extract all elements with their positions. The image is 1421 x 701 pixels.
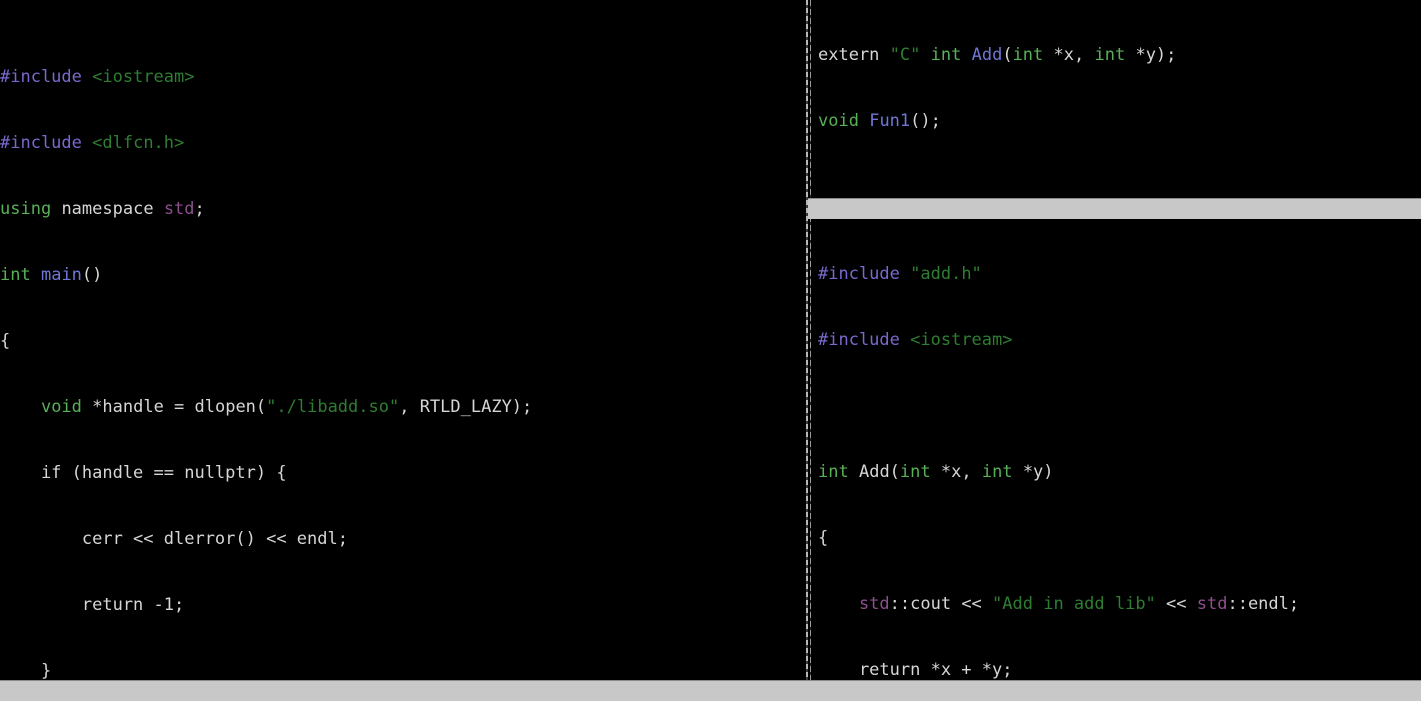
editor-window-main-cpp[interactable]: #include <iostream> #include <dlfcn.h> u… — [0, 0, 806, 701]
code-line: return *x + *y; — [818, 660, 1013, 680]
code-line: #include "add.h" — [818, 264, 982, 284]
modeline-main-cpp[interactable]: -UU-:----F1 main.cpp All (21,23) (C++/lh… — [0, 680, 808, 701]
editor-window-add-cpp[interactable]: #include "add.h" #include <iostream> int… — [808, 219, 1421, 701]
editor-window-add-h[interactable]: extern "C" int Add(int *x, int *y); void… — [808, 0, 1421, 219]
code-line: return -1; — [0, 595, 185, 615]
code-line: { — [0, 331, 11, 351]
code-line: extern "C" int Add(int *x, int *y); — [818, 45, 1177, 65]
code-line: { — [818, 528, 829, 548]
code-line: cerr << dlerror() << endl; — [0, 529, 348, 549]
buffer-add-h[interactable]: extern "C" int Add(int *x, int *y); void… — [818, 0, 1421, 176]
window-divider-vertical[interactable] — [806, 0, 808, 701]
window-divider-fringe — [810, 0, 811, 701]
code-line: } — [0, 661, 52, 681]
code-line: if (handle == nullptr) { — [0, 463, 287, 483]
code-line: #include <iostream> — [818, 330, 1013, 350]
code-line: std::cout << "Add in add lib" << std::en… — [858, 594, 1300, 614]
code-line: #include <iostream> — [0, 67, 195, 87]
code-line: void Fun1(); — [818, 111, 941, 131]
buffer-main-cpp[interactable]: #include <iostream> #include <dlfcn.h> u… — [0, 0, 806, 701]
code-line: int Add(int *x, int *y) — [818, 462, 1054, 482]
code-line: int main() — [0, 265, 103, 285]
buffer-add-cpp[interactable]: #include "add.h" #include <iostream> int… — [818, 219, 1421, 701]
code-line: #include <dlfcn.h> — [0, 133, 185, 153]
emacs-frame: #include <iostream> #include <dlfcn.h> u… — [0, 0, 1421, 701]
code-line: using namespace std; — [0, 199, 205, 219]
code-line: void *handle = dlopen("./libadd.so", RTL… — [40, 397, 533, 417]
modeline-add-h[interactable]: |-UU-:----F1 add.h All (1,0) (C++/lh — [808, 198, 1421, 219]
modeline-add-cpp[interactable]: |-UU-:----F1 add.cpp All (1,0) (C++/lh — [808, 680, 1421, 701]
